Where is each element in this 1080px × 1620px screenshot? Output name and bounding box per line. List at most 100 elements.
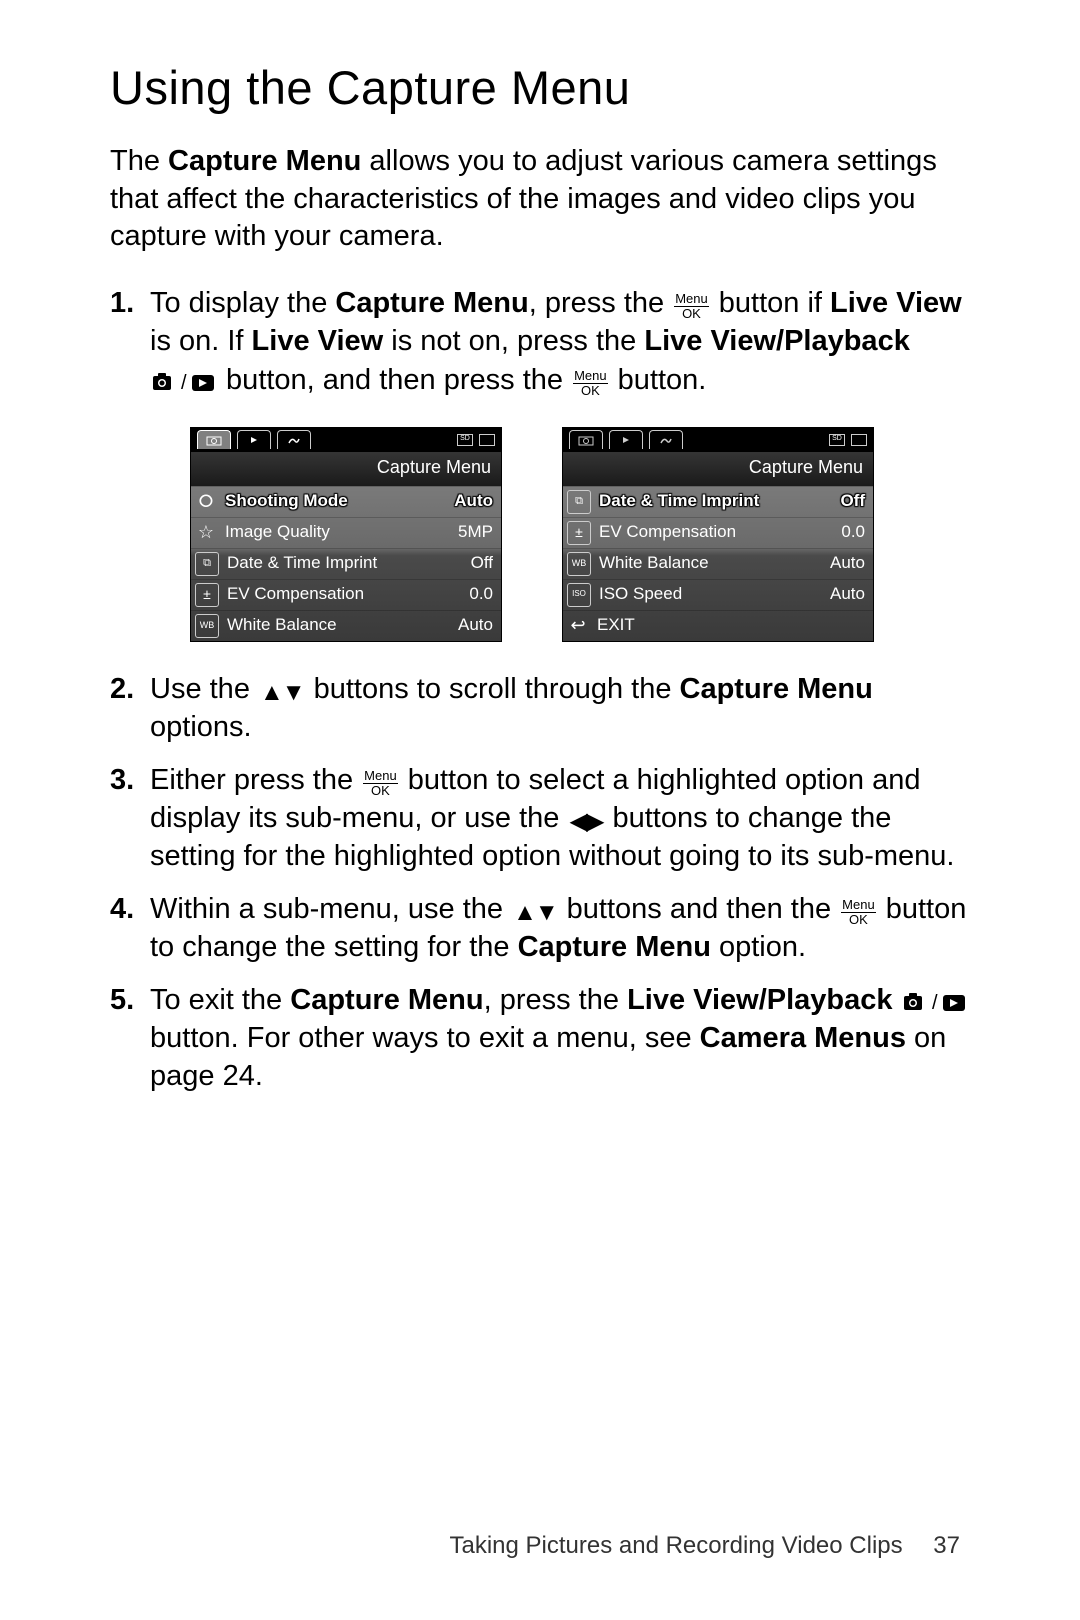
text: Either press the: [150, 764, 361, 796]
menu-row: ↩EXIT: [563, 610, 873, 641]
menu-list: ⧉Date & Time ImprintOff ± EV Compensation…: [563, 486, 873, 641]
step-2: Use the ▲▼ buttons to scroll through the…: [150, 670, 980, 747]
row-value: 5MP: [458, 521, 493, 543]
text: Live View/Playback: [627, 984, 892, 1016]
up-down-arrows-icon: ▲▼: [260, 677, 304, 709]
text: is on. If: [150, 325, 252, 357]
menu-row: ⭘ Shooting Mode Auto: [191, 486, 501, 517]
row-value: Auto: [458, 614, 493, 636]
menu-label: Menu: [841, 899, 876, 913]
text: button.: [610, 364, 707, 396]
text: buttons to scroll through the: [306, 673, 680, 705]
menu-row: ⧉Date & Time ImprintOff: [563, 486, 873, 517]
battery-icon: [851, 434, 867, 446]
text: button if: [711, 287, 830, 319]
text: Camera Menus: [700, 1022, 906, 1054]
text: , press the: [529, 287, 672, 319]
row-label: EV Compensation: [599, 521, 833, 543]
ok-label: OK: [573, 384, 608, 397]
capture-menu-screenshot-1: SD Capture Menu ⭘ Shooting Mode Auto ☆ Imag…: [190, 427, 502, 642]
row-value: 0.0: [469, 583, 493, 605]
screen-tabs: SD: [563, 428, 873, 452]
playback-tab-icon: [609, 430, 643, 449]
step-1: To display the Capture Menu, press the M…: [150, 284, 980, 642]
row-label: White Balance: [599, 552, 822, 574]
page-number: 37: [933, 1532, 960, 1560]
text: To display the: [150, 287, 335, 319]
row-icon: WB: [567, 552, 591, 576]
text: button, and then press the: [218, 364, 571, 396]
menu-list: ⭘ Shooting Mode Auto ☆ Image Quality 5MP ⧉ Da…: [191, 486, 501, 641]
row-value: Off: [471, 552, 493, 574]
row-value: Auto: [830, 552, 865, 574]
setup-tab-icon: [649, 430, 683, 449]
camera-tab-icon: [569, 430, 603, 449]
sd-icon: SD: [829, 434, 845, 446]
row-label: ISO Speed: [599, 583, 822, 605]
text: Live View/Playback: [644, 325, 909, 357]
menu-label: Menu: [363, 770, 398, 784]
battery-icon: [479, 434, 495, 446]
row-icon: ±: [195, 583, 219, 607]
menu-ok-icon: MenuOK: [674, 293, 709, 319]
up-down-arrows-icon: ▲▼: [513, 897, 557, 929]
text: option.: [711, 931, 806, 963]
menu-ok-icon: MenuOK: [841, 899, 876, 925]
row-label: White Balance: [227, 614, 450, 636]
row-icon: WB: [195, 614, 219, 638]
text: buttons and then the: [559, 893, 840, 925]
row-icon: ±: [567, 521, 591, 545]
screen-tabs: SD: [191, 428, 501, 452]
text: , press the: [484, 984, 627, 1016]
text: Capture Menu: [680, 673, 873, 705]
camera-playback-icon: /: [903, 991, 967, 1013]
ok-label: OK: [674, 307, 709, 320]
text: is not on, press the: [383, 325, 644, 357]
menu-ok-icon: MenuOK: [363, 770, 398, 796]
step-4: Within a sub-menu, use the ▲▼ buttons an…: [150, 890, 980, 967]
step-5: To exit the Capture Menu, press the Live…: [150, 981, 980, 1096]
text: button. For other ways to exit a menu, s…: [150, 1022, 700, 1054]
camera-tab-icon: [197, 430, 231, 449]
intro-bold: Capture Menu: [168, 145, 361, 177]
svg-text:/: /: [932, 992, 938, 1013]
row-icon: ☆: [195, 522, 217, 544]
menu-row: ☆ Image Quality 5MP: [191, 517, 501, 548]
setup-tab-icon: [277, 430, 311, 449]
text: Capture Menu: [335, 287, 528, 319]
row-value: Off: [840, 490, 865, 512]
screen-title: Capture Menu: [563, 452, 873, 486]
row-value: Auto: [454, 490, 493, 512]
row-icon: ⭘: [195, 491, 217, 513]
page-footer: Taking Pictures and Recording Video Clip…: [449, 1532, 960, 1560]
menu-row: WB White Balance Auto: [191, 610, 501, 641]
page-heading: Using the Capture Menu: [110, 60, 980, 115]
chapter-title: Taking Pictures and Recording Video Clip…: [449, 1532, 902, 1559]
row-label: Image Quality: [225, 521, 450, 543]
text: Use the: [150, 673, 258, 705]
row-icon: ⧉: [195, 552, 219, 576]
sd-icon: SD: [457, 434, 473, 446]
row-icon: ⧉: [567, 490, 591, 514]
text: Within a sub-menu, use the: [150, 893, 511, 925]
row-label: EV Compensation: [227, 583, 461, 605]
menu-ok-icon: MenuOK: [573, 370, 608, 396]
ok-label: OK: [363, 784, 398, 797]
camera-playback-icon: /: [152, 371, 216, 393]
text: Capture Menu: [518, 931, 711, 963]
intro-paragraph: The Capture Menu allows you to adjust va…: [110, 143, 980, 256]
text: Capture Menu: [290, 984, 483, 1016]
row-label: EXIT: [597, 614, 857, 636]
row-icon: ISO: [567, 583, 591, 607]
row-label: Date & Time Imprint: [227, 552, 463, 574]
row-value: Auto: [830, 583, 865, 605]
menu-label: Menu: [674, 293, 709, 307]
step-3: Either press the MenuOK button to select…: [150, 761, 980, 876]
menu-row: ISO ISO Speed Auto: [563, 579, 873, 610]
screen-title: Capture Menu: [191, 452, 501, 486]
playback-tab-icon: [237, 430, 271, 449]
row-label: Shooting Mode: [225, 490, 446, 512]
menu-row: ± EV Compensation 0.0: [191, 579, 501, 610]
menu-label: Menu: [573, 370, 608, 384]
menu-row: ⧉ Date & Time Imprint Off: [191, 548, 501, 579]
